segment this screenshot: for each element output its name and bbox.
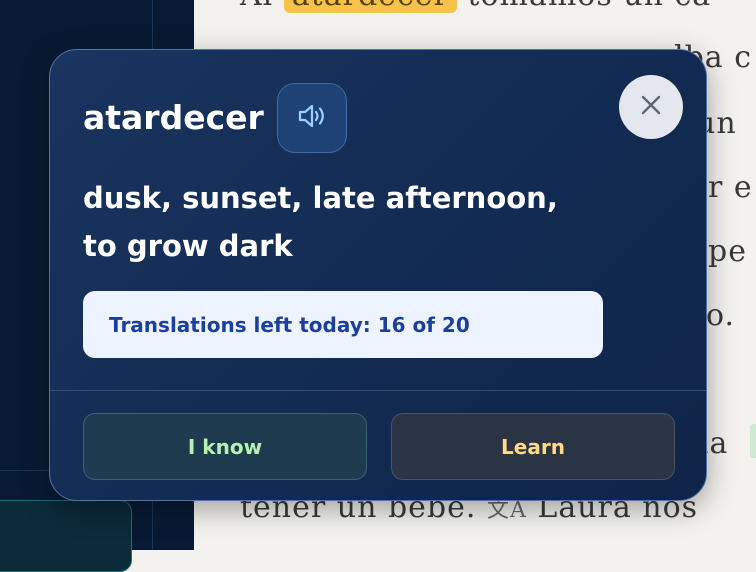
reader-line: o. bbox=[706, 298, 735, 333]
reader-line: r e bbox=[708, 170, 753, 205]
learn-button[interactable]: Learn bbox=[391, 413, 675, 480]
translation-text: dusk, sunset, late afternoon, to grow da… bbox=[83, 174, 603, 270]
reader-text: Al bbox=[240, 0, 273, 13]
translation-line: to grow dark bbox=[83, 229, 293, 263]
quota-text: Translations left today: 16 of 20 bbox=[109, 312, 470, 337]
translation-line: dusk, sunset, late afternoon, bbox=[83, 181, 558, 215]
close-button[interactable] bbox=[619, 75, 683, 139]
reader-text: r e bbox=[708, 170, 753, 205]
close-icon bbox=[639, 93, 663, 121]
reader-text: tomamos un ca bbox=[467, 0, 711, 13]
audio-button[interactable] bbox=[277, 83, 347, 153]
reader-line: Al atardecer tomamos un ca bbox=[240, 0, 711, 13]
i-know-label: I know bbox=[187, 434, 263, 459]
i-know-button[interactable]: I know bbox=[83, 413, 367, 480]
translation-popup: atardecer dusk, sunset, late afternoon, … bbox=[49, 49, 707, 501]
highlight-mark bbox=[750, 424, 756, 458]
highlighted-word[interactable]: atardecer bbox=[283, 0, 457, 13]
translation-quota-banner: Translations left today: 16 of 20 bbox=[83, 291, 603, 358]
reader-line: pe bbox=[708, 234, 747, 269]
reader-text: pe bbox=[708, 234, 747, 269]
learn-label: Learn bbox=[501, 434, 565, 459]
popup-divider bbox=[50, 390, 706, 391]
sidebar-bottom-card[interactable] bbox=[0, 500, 132, 572]
reader-text: o. bbox=[706, 298, 736, 333]
popup-word: atardecer bbox=[83, 98, 264, 137]
speaker-icon bbox=[295, 99, 329, 137]
translate-icon[interactable]: 文A bbox=[487, 498, 527, 523]
